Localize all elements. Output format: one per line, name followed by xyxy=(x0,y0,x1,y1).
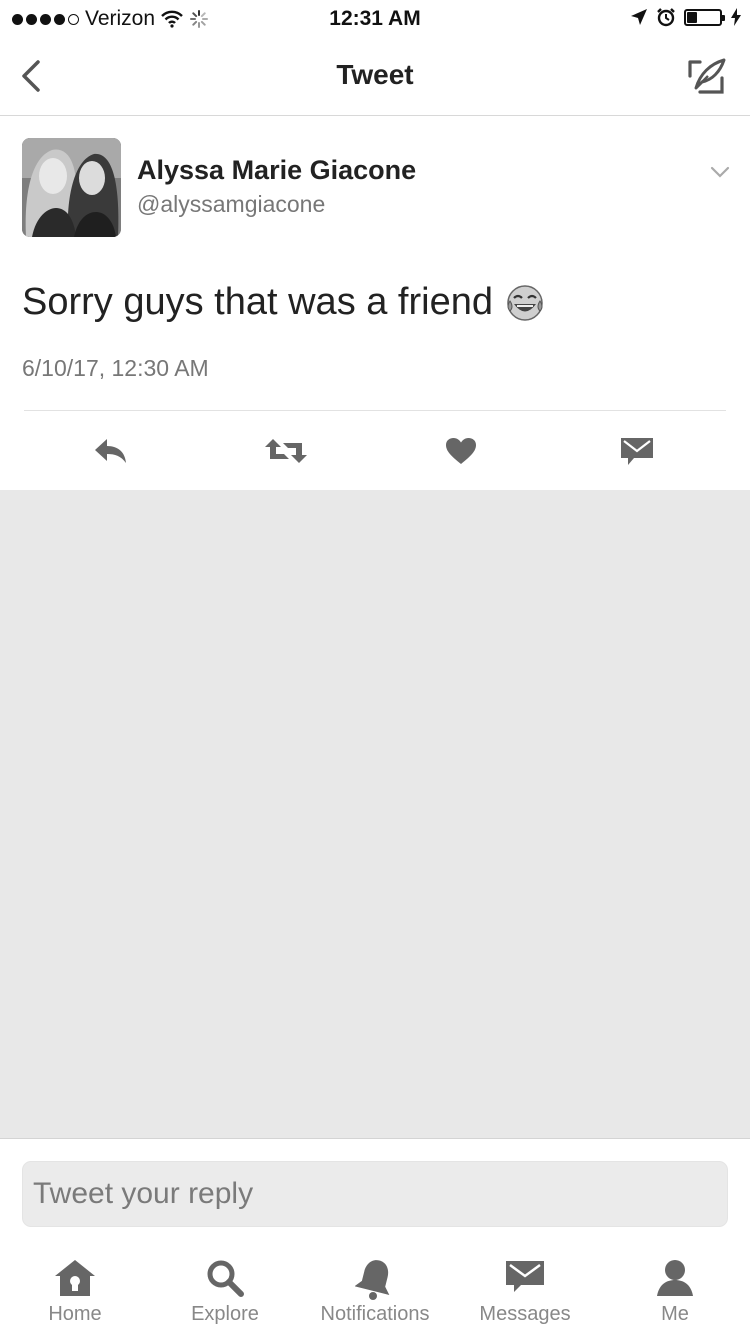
tab-label-home: Home xyxy=(48,1303,102,1325)
tab-me[interactable]: Me xyxy=(600,1250,750,1333)
replies-area xyxy=(0,490,750,1138)
reply-bar xyxy=(0,1138,750,1250)
envelope-icon xyxy=(506,1261,544,1292)
tab-label-messages: Messages xyxy=(479,1303,571,1325)
direct-message-icon xyxy=(621,438,653,465)
retweet-icon xyxy=(265,439,307,463)
tweet-text-row: Sorry guys that was a friend xyxy=(22,281,545,324)
bell-icon xyxy=(355,1260,390,1300)
face-with-tears-of-joy-icon xyxy=(507,284,543,321)
reply-icon xyxy=(95,439,126,463)
tweet-timestamp: 6/10/17, 12:30 AM xyxy=(22,355,209,381)
tweet-action-bar xyxy=(0,425,750,475)
page-title: Tweet xyxy=(336,59,414,90)
author-name[interactable]: Alyssa Marie Giacone xyxy=(137,155,416,186)
battery-level xyxy=(687,11,697,23)
like-button[interactable] xyxy=(439,429,483,473)
location-arrow-icon xyxy=(631,9,647,25)
tab-bar: Home Explore Notifications Messages Me xyxy=(0,1250,750,1333)
tweet-header: Alyssa Marie Giacone @alyssamgiacone xyxy=(22,138,732,238)
retweet-button[interactable] xyxy=(264,429,308,473)
tab-home[interactable]: Home xyxy=(0,1250,150,1333)
status-right xyxy=(630,7,742,27)
battery-icon xyxy=(684,8,725,26)
compose-tweet-button[interactable] xyxy=(686,56,728,96)
status-bar: Verizon 12:31 AM xyxy=(0,0,750,40)
avatar[interactable] xyxy=(22,138,121,237)
tab-label-notifications: Notifications xyxy=(320,1303,430,1325)
tab-label-me: Me xyxy=(661,1303,689,1325)
tab-notifications[interactable]: Notifications xyxy=(300,1250,450,1333)
reply-input[interactable] xyxy=(22,1161,728,1227)
charging-bolt-icon xyxy=(731,8,741,26)
direct-message-button[interactable] xyxy=(615,429,659,473)
nav-bar: Tweet xyxy=(0,40,750,116)
divider xyxy=(24,410,726,411)
compose-quill-icon xyxy=(688,58,726,94)
home-icon xyxy=(55,1260,95,1296)
tweet-text: Sorry guys that was a friend xyxy=(22,281,493,323)
search-icon xyxy=(207,1260,244,1297)
tweet-options-button[interactable] xyxy=(708,162,732,182)
tab-explore[interactable]: Explore xyxy=(150,1250,300,1333)
reply-button[interactable] xyxy=(89,429,133,473)
author-handle[interactable]: @alyssamgiacone xyxy=(137,191,325,218)
tab-messages[interactable]: Messages xyxy=(450,1250,600,1333)
tab-label-explore: Explore xyxy=(191,1303,259,1325)
chevron-down-icon xyxy=(710,166,730,178)
person-icon xyxy=(657,1260,693,1296)
alarm-clock-icon xyxy=(657,8,675,27)
like-icon xyxy=(446,438,476,464)
